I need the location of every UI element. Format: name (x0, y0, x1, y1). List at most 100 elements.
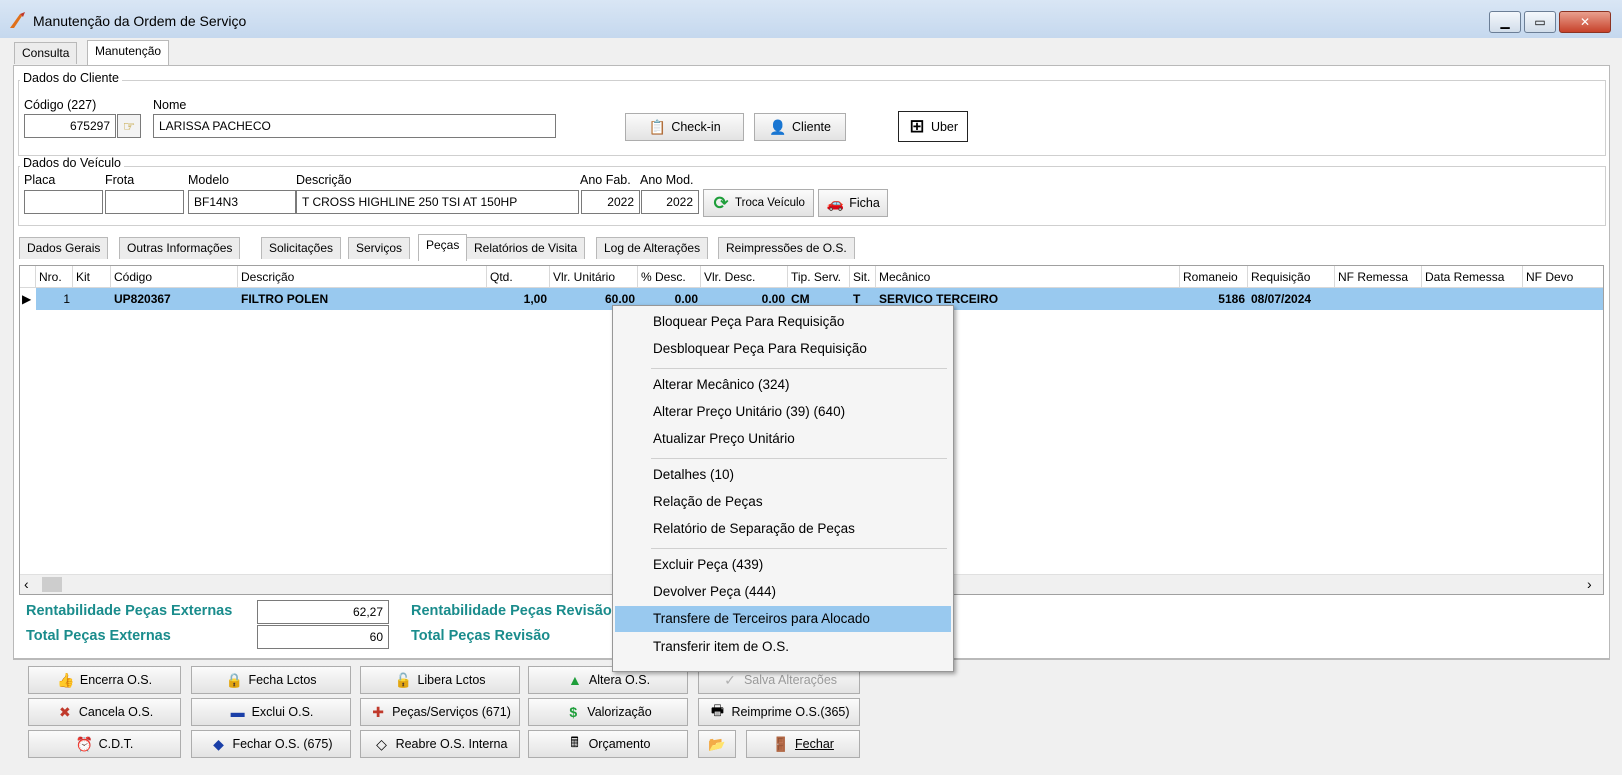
tab-reimpressoes[interactable]: Reimpressões de O.S. (718, 237, 855, 259)
header-nf-devo[interactable]: NF Devo (1523, 266, 1603, 288)
menu-item-excluir-peca[interactable]: Excluir Peça (439) (615, 552, 951, 578)
lock-icon: 🔒 (225, 671, 244, 688)
reabre-os-button[interactable]: ◇ Reabre O.S. Interna (360, 730, 520, 758)
open-folder-button[interactable]: 📂 (698, 730, 736, 758)
menu-item-alterar-mecanico[interactable]: Alterar Mecânico (324) (615, 372, 951, 398)
header-vlr-unitario[interactable]: Vlr. Unitário (550, 266, 638, 288)
cliente-button[interactable]: 👤 Cliente (754, 113, 846, 141)
menu-item-transfere-terceiros[interactable]: Transfere de Terceiros para Alocado (615, 606, 951, 632)
cell-kit (73, 288, 111, 310)
troca-veiculo-label: Troca Veículo (735, 197, 805, 209)
menu-item-relacao-pecas[interactable]: Relação de Peças (615, 489, 951, 515)
header-qtd[interactable]: Qtd. (487, 266, 550, 288)
valorizacao-button[interactable]: $ Valorização (528, 698, 688, 726)
codigo-field[interactable]: 675297 (24, 114, 116, 138)
header-vlr-desc[interactable]: Vlr. Desc. (701, 266, 788, 288)
header-data-remessa[interactable]: Data Remessa (1422, 266, 1523, 288)
checkin-label: Check-in (671, 120, 721, 134)
person-icon: 👤 (769, 118, 787, 135)
fecha-lctos-button[interactable]: 🔒 Fecha Lctos (191, 666, 351, 694)
header-codigo[interactable]: Código (111, 266, 238, 288)
header-kit[interactable]: Kit (73, 266, 111, 288)
cancela-os-button[interactable]: ✖ Cancela O.S. (28, 698, 181, 726)
ficha-button[interactable]: 🚗 Ficha (818, 189, 888, 217)
tab-dados-gerais[interactable]: Dados Gerais (19, 237, 109, 259)
total-rev-label: Total Peças Revisão (411, 628, 551, 644)
cdt-button[interactable]: ⏰ C.D.T. (28, 730, 181, 758)
tab-manutencao[interactable]: Manutenção (87, 40, 170, 66)
header-nf-remessa[interactable]: NF Remessa (1335, 266, 1422, 288)
close-button[interactable]: ✕ (1559, 11, 1611, 33)
header-descricao[interactable]: Descrição (238, 266, 487, 288)
dollar-icon: $ (569, 704, 578, 720)
scroll-left-icon[interactable]: ‹ (24, 576, 29, 592)
refresh-icon: ⟳ (713, 192, 729, 213)
fechar-button[interactable]: 🚪 Fechar (746, 730, 860, 758)
context-menu: Bloquear Peça Para Requisição Desbloquea… (612, 305, 954, 672)
tab-solicitacoes[interactable]: Solicitações (261, 237, 342, 259)
menu-item-devolver-peca[interactable]: Devolver Peça (444) (615, 579, 951, 605)
cliente-legend: Dados do Cliente (20, 71, 122, 85)
uber-button[interactable]: ⊞ Uber (898, 111, 968, 142)
header-sit[interactable]: Sit. (850, 266, 876, 288)
menu-item-relatorio-separacao[interactable]: Relatório de Separação de Peças (615, 516, 951, 542)
menu-separator (651, 548, 947, 549)
orcamento-button[interactable]: 🖩 Orçamento (528, 730, 688, 758)
header-romaneio[interactable]: Romaneio (1180, 266, 1248, 288)
tab-consulta[interactable]: Consulta (14, 42, 78, 64)
encerra-os-button[interactable]: 👍 Encerra O.S. (28, 666, 181, 694)
ano-mod-field[interactable]: 2022 (641, 190, 699, 214)
frota-field[interactable] (105, 190, 184, 214)
fechar-os-button[interactable]: ◆ Fechar O.S. (675) (191, 730, 351, 758)
car-plus-icon: ⊞ (909, 116, 925, 136)
tab-outras-informacoes[interactable]: Outras Informações (119, 237, 241, 259)
checkin-icon: 📋 (648, 118, 667, 135)
lookup-client-button[interactable]: ☞ (117, 114, 141, 138)
header-perc-desc[interactable]: % Desc. (638, 266, 701, 288)
tab-relatorios-visita[interactable]: Relatórios de Visita (466, 237, 586, 259)
maximize-button[interactable]: ▭ (1524, 11, 1556, 33)
menu-item-transferir-item[interactable]: Transferir item de O.S. (615, 634, 951, 660)
pecas-servicos-button[interactable]: ✚ Peças/Serviços (671) (360, 698, 520, 726)
libera-lctos-button[interactable]: 🔓 Libera Lctos (360, 666, 520, 694)
valorizacao-label: Valorização (587, 705, 652, 719)
tab-pecas[interactable]: Peças (418, 234, 468, 261)
menu-item-alterar-preco[interactable]: Alterar Preço Unitário (39) (640) (615, 399, 951, 425)
calculator-icon: 🖩 (570, 734, 579, 750)
grid-header: Nro. Kit Código Descrição Qtd. Vlr. Unit… (20, 266, 1603, 288)
cell-nf-remessa (1335, 288, 1422, 310)
reimprime-os-button[interactable]: 🖶 Reimprime O.S.(365) (698, 698, 860, 726)
menu-item-bloquear[interactable]: Bloquear Peça Para Requisição (615, 309, 951, 335)
modelo-field[interactable]: BF14N3 (188, 190, 296, 214)
printer-icon: 🖶 (710, 702, 725, 718)
minimize-button[interactable]: ▁ (1489, 11, 1521, 33)
scroll-right-icon[interactable]: › (1587, 576, 1592, 592)
menu-item-desbloquear[interactable]: Desbloquear Peça Para Requisição (615, 336, 951, 362)
scroll-thumb[interactable] (42, 577, 62, 592)
cell-qtd: 1,00 (523, 292, 547, 306)
ano-fab-field[interactable]: 2022 (581, 190, 640, 214)
checkin-button[interactable]: 📋 Check-in (625, 113, 744, 141)
menu-item-detalhes[interactable]: Detalhes (10) (615, 462, 951, 488)
modelo-label: Modelo (188, 173, 229, 187)
descricao-field[interactable]: T CROSS HIGHLINE 250 TSI AT 150HP (296, 190, 579, 214)
altera-os-label: Altera O.S. (588, 673, 651, 687)
plus-icon: ✚ (372, 703, 384, 720)
nome-field[interactable]: LARISSA PACHECO (153, 114, 556, 138)
header-requisicao[interactable]: Requisição (1248, 266, 1335, 288)
header-nro[interactable]: Nro. (36, 266, 73, 288)
tab-log-alteracoes[interactable]: Log de Alterações (596, 237, 709, 259)
exclui-os-button[interactable]: ▬ Exclui O.S. (191, 698, 351, 726)
rent-ext-field: 62,27 (257, 600, 389, 624)
app-icon (10, 12, 25, 28)
header-mecanico[interactable]: Mecânico (876, 266, 1180, 288)
header-tip-serv[interactable]: Tip. Serv. (788, 266, 850, 288)
header-indicator (20, 266, 36, 288)
troca-veiculo-button[interactable]: ⟳ Troca Veículo (703, 189, 814, 217)
placa-field[interactable] (24, 190, 103, 214)
veiculo-legend: Dados do Veículo (20, 156, 124, 170)
cell-nf-devo (1523, 288, 1603, 310)
fecha-lctos-label: Fecha Lctos (248, 673, 317, 687)
menu-item-atualizar-preco[interactable]: Atualizar Preço Unitário (615, 426, 951, 452)
tab-servicos[interactable]: Serviços (348, 237, 411, 259)
